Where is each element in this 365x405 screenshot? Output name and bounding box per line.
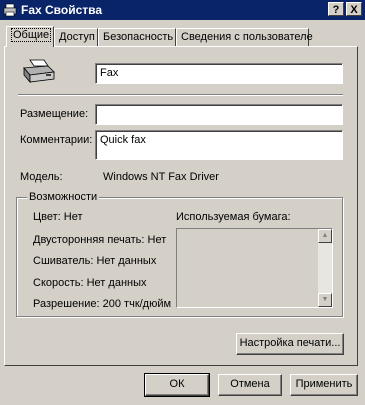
model-label: Модель:	[20, 171, 63, 183]
paper-list[interactable]: ▲ ▼	[176, 228, 333, 308]
close-button[interactable]: X	[346, 2, 362, 16]
printer-name-field[interactable]: Fax	[95, 63, 343, 84]
scroll-up-icon[interactable]: ▲	[318, 229, 332, 243]
tab-general[interactable]: Общие	[6, 26, 54, 47]
scroll-down-icon[interactable]: ▼	[318, 293, 332, 307]
feature-resolution: Разрешение: 200 тчк/дюйм	[33, 298, 172, 310]
location-field[interactable]	[95, 104, 343, 125]
location-label: Размещение:	[20, 108, 89, 120]
divider	[18, 94, 343, 96]
title-bar: Fax Свойства ? X	[0, 0, 365, 20]
print-setup-button[interactable]: Настройка печати...	[236, 333, 344, 355]
fax-printer-icon	[23, 59, 55, 84]
cancel-button[interactable]: Отмена	[218, 374, 282, 396]
help-button[interactable]: ?	[328, 2, 344, 16]
features-title: Возможности	[27, 191, 100, 203]
tab-user-info[interactable]: Сведения с пользователе	[176, 28, 313, 46]
paper-list-scrollbar[interactable]: ▲ ▼	[318, 229, 332, 307]
comment-label: Комментарии:	[20, 134, 93, 146]
window-title: Fax Свойства	[21, 3, 103, 17]
comment-field[interactable]: Quick fax	[95, 130, 343, 160]
tab-sharing[interactable]: Доступ	[54, 28, 98, 46]
apply-button[interactable]: Применить	[290, 374, 358, 396]
feature-staple: Сшиватель: Нет данных	[33, 255, 157, 267]
tab-security[interactable]: Безопасность	[98, 28, 176, 46]
paper-label: Используемая бумага:	[176, 211, 291, 223]
feature-duplex: Двусторонняя печать: Нет	[33, 234, 167, 246]
printer-icon	[3, 3, 17, 17]
ok-button[interactable]: ОК	[144, 373, 210, 397]
feature-speed: Скорость: Нет данных	[33, 277, 147, 289]
feature-color: Цвет: Нет	[33, 211, 83, 223]
model-value: Windows NT Fax Driver	[103, 171, 219, 183]
